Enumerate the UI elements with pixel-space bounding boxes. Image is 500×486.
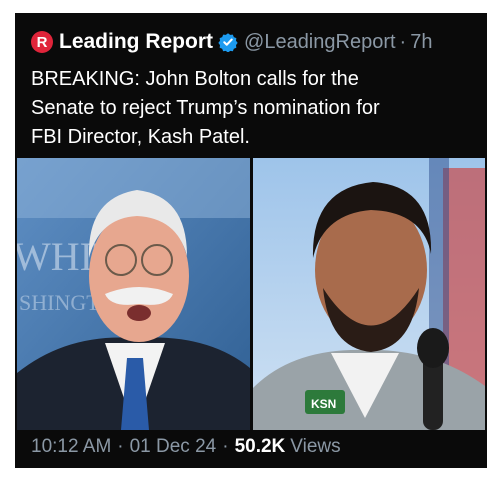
- header-separator: ·: [399, 30, 407, 53]
- post-date[interactable]: 01 Dec 24: [130, 436, 217, 458]
- views-label: Views: [290, 436, 341, 457]
- tweet-footer: 10:12 AM · 01 Dec 24 · 50.2K Views: [31, 431, 341, 463]
- tweet-card[interactable]: R Leading Report @LeadingReport · 7h BRE…: [15, 13, 487, 468]
- tweet-header: R Leading Report @LeadingReport · 7h: [31, 27, 473, 57]
- author-name[interactable]: Leading Report: [59, 30, 213, 54]
- photo-bolton-image: WHIT SHINGT: [17, 158, 250, 430]
- logo-icon[interactable]: R: [31, 31, 53, 53]
- views-count[interactable]: 50.2K: [235, 436, 286, 458]
- tweet-text-line: BREAKING: John Bolton calls for the: [31, 68, 359, 90]
- tweet-text-line: FBI Director, Kash Patel.: [31, 126, 250, 148]
- background-sign-text-2: SHINGT: [19, 290, 100, 315]
- photo-patel-image: KSN: [253, 158, 485, 430]
- logo-letter: R: [36, 33, 48, 51]
- footer-separator: ·: [222, 436, 229, 457]
- post-time[interactable]: 10:12 AM: [31, 436, 111, 458]
- footer-separator: ·: [117, 436, 124, 457]
- tweet-text-line: Senate to reject Trump’s nomination for: [31, 97, 380, 119]
- photo-bolton[interactable]: WHIT SHINGT: [17, 158, 250, 430]
- post-time-ago[interactable]: 7h: [410, 31, 432, 54]
- media-grid: WHIT SHINGT KSN: [17, 158, 485, 430]
- lapel-badge-text: KSN: [311, 397, 336, 411]
- photo-patel[interactable]: KSN: [253, 158, 485, 430]
- tweet-text: BREAKING: John Bolton calls for the Sena…: [31, 65, 461, 152]
- verified-badge-icon: [218, 33, 238, 52]
- author-handle[interactable]: @LeadingReport: [244, 31, 396, 54]
